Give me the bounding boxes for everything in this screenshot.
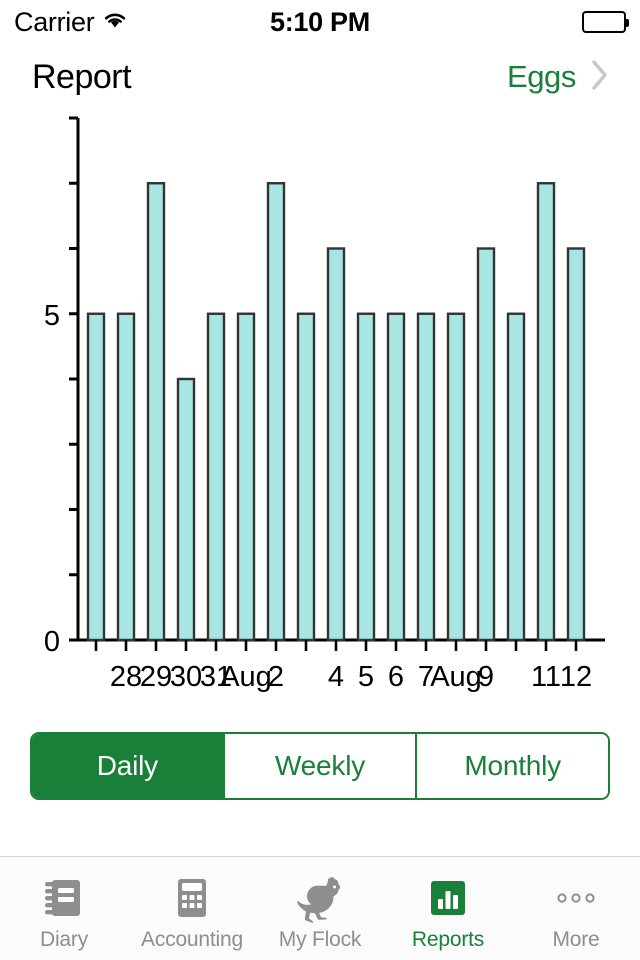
tab-more[interactable]: More: [512, 857, 640, 960]
segment-monthly[interactable]: Monthly: [415, 734, 608, 798]
tab-label-accounting: Accounting: [141, 927, 243, 951]
x-axis-tick-label: Aug: [430, 661, 482, 693]
page-title: Report: [32, 57, 132, 96]
egg-production-chart: 0 5 28 29 30 31 Aug 2 4 5 6 7 Aug 9 11 12: [0, 110, 640, 710]
chart-bar: [356, 312, 376, 642]
tab-diary[interactable]: Diary: [0, 857, 128, 960]
x-axis-tick-label: 9: [478, 661, 494, 693]
status-bar-right: [582, 11, 629, 33]
chevron-right-icon[interactable]: [590, 58, 610, 97]
chart-bar: [86, 312, 106, 642]
x-axis-tick-label: Aug: [220, 661, 272, 693]
x-axis-tick-label: 4: [328, 661, 344, 693]
tab-label-my-flock: My Flock: [278, 927, 362, 951]
y-axis-tick-label: 0: [44, 626, 60, 658]
x-axis-tick-label: 11: [531, 661, 561, 693]
chart-bar: [476, 247, 496, 642]
y-axis-tick-label: 5: [44, 300, 60, 332]
tab-accounting[interactable]: Accounting: [128, 857, 256, 960]
bar-chart-icon: [423, 872, 473, 924]
chart-bar: [266, 182, 286, 642]
chart-bar: [116, 312, 136, 642]
report-type-selector[interactable]: Eggs: [507, 58, 610, 97]
x-axis-tick-label: 12: [560, 661, 592, 693]
x-axis-tick-label: 29: [140, 661, 172, 693]
tab-label-diary: Diary: [39, 927, 88, 951]
tab-my-flock[interactable]: My Flock: [256, 857, 384, 960]
bar-chart-canvas: 0528293031Aug2 4 5 6 7Aug9 1112: [44, 116, 605, 693]
period-segmented-control[interactable]: Daily Weekly Monthly: [30, 732, 610, 800]
tab-reports[interactable]: Reports: [384, 857, 512, 960]
report-type-label[interactable]: Eggs: [507, 59, 576, 95]
ellipsis-icon: [551, 872, 601, 924]
x-axis-tick-label: 6: [388, 661, 404, 693]
notebook-icon: [39, 872, 89, 924]
chart-bar: [386, 312, 406, 642]
battery-full-icon: [582, 11, 629, 33]
chart-bar: [146, 182, 166, 642]
chart-bar: [506, 312, 526, 642]
segment-weekly[interactable]: Weekly: [222, 734, 416, 798]
x-axis-tick-label: 30: [170, 661, 202, 693]
tab-bar: Diary Accounting My Flock Reports More: [0, 856, 640, 960]
chart-bar: [296, 312, 316, 642]
chart-bar: [236, 312, 256, 642]
segment-daily[interactable]: Daily: [32, 734, 223, 798]
chart-bar: [326, 247, 346, 642]
x-axis-tick-label: 2: [268, 661, 284, 693]
chart-bar: [536, 182, 556, 642]
tab-label-reports: Reports: [411, 927, 485, 951]
tab-label-more: More: [552, 927, 600, 951]
status-bar-clock: 5:10 PM: [270, 6, 370, 37]
chart-bar: [176, 377, 196, 642]
chart-bar: [416, 312, 436, 642]
status-bar: Carrier 5:10 PM: [0, 0, 640, 44]
chart-bar: [446, 312, 466, 642]
navigation-bar: Report Eggs: [0, 44, 640, 110]
x-axis-tick-label: 28: [110, 661, 142, 693]
calculator-icon: [167, 872, 217, 924]
chart-bar: [566, 247, 586, 642]
chicken-icon: [293, 872, 347, 924]
x-axis-tick-label: 5: [358, 661, 374, 693]
chart-bar: [206, 312, 226, 642]
